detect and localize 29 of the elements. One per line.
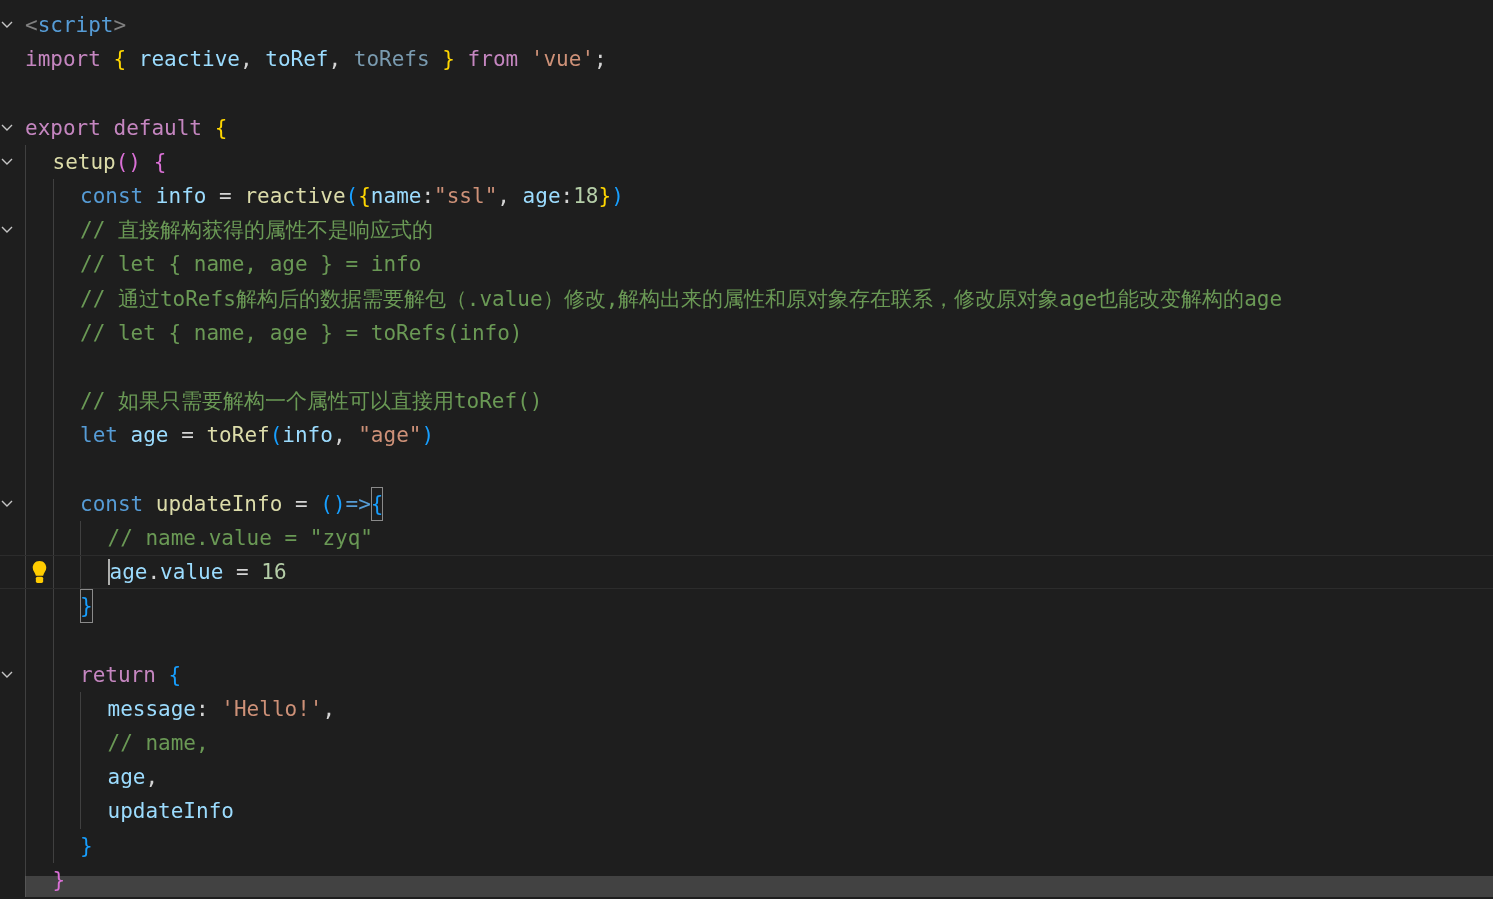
- code-line: import { reactive, toRef, toRefs } from 'vue';: [25, 46, 607, 74]
- code-line: // let { name, age } = toRefs(info): [80, 319, 523, 347]
- code-line: return {: [80, 661, 182, 689]
- code-line: updateInfo: [107, 798, 234, 826]
- code-line: // name.value = "zyq": [107, 524, 373, 552]
- code-line: const info = reactive({name:"ssl", age:18}): [80, 183, 624, 211]
- code-line: // name,: [107, 730, 209, 758]
- code-line: age.value = 16: [107, 558, 287, 588]
- lightbulb-icon[interactable]: [32, 560, 47, 585]
- fold-chevron-icon[interactable]: [1, 226, 13, 235]
- code-line: message: 'Hello!',: [107, 695, 336, 723]
- fold-chevron-icon[interactable]: [1, 499, 13, 508]
- code-line: let age = toRef(info, "age"): [80, 422, 435, 450]
- code-line: // 如果只需要解构一个属性可以直接用toRef(): [80, 388, 543, 416]
- code-line: const updateInfo = ()=>{: [80, 486, 384, 521]
- code-line: }: [52, 866, 66, 894]
- code-line: // 通过toRefs解构后的数据需要解包（.value）修改,解构出来的属性和原对象存在联系，修改原对象age也能改变解构的age: [80, 285, 1283, 313]
- fold-chevron-icon[interactable]: [1, 123, 13, 132]
- code-line: setup() {: [52, 148, 167, 176]
- code-line: <script>: [25, 12, 127, 40]
- code-line: }: [80, 832, 93, 860]
- code-line: export default {: [25, 114, 228, 142]
- fold-chevron-icon[interactable]: [1, 670, 13, 679]
- code-line: age,: [107, 764, 159, 792]
- code-line: }: [80, 589, 93, 624]
- fold-chevron-icon[interactable]: [1, 157, 13, 166]
- fold-chevron-icon[interactable]: [1, 21, 13, 30]
- code-line: // let { name, age } = info: [80, 251, 422, 279]
- code-line: // 直接解构获得的属性不是响应式的: [80, 217, 433, 245]
